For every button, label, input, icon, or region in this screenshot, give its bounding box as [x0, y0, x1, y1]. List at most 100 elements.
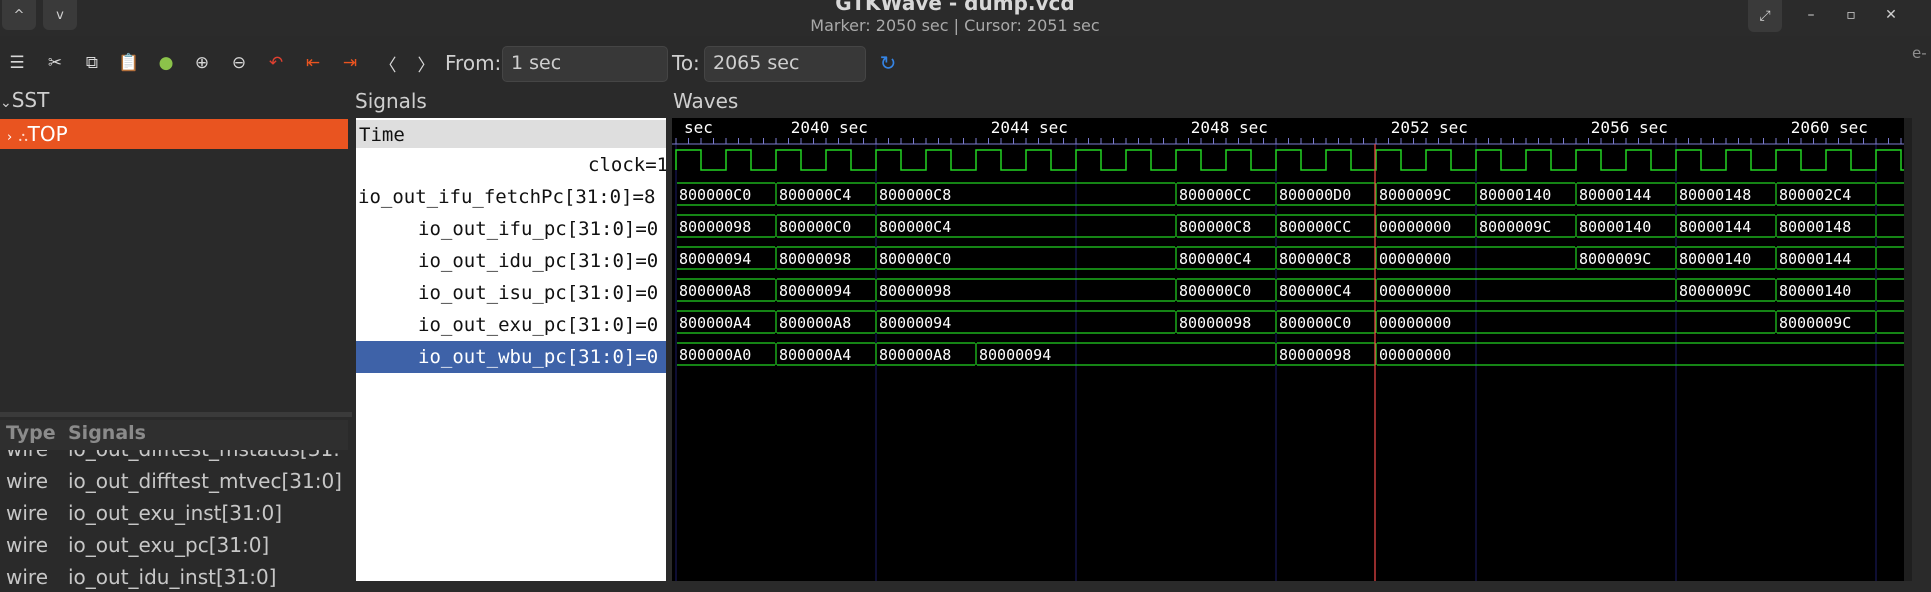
restore-icon[interactable]: ▫ [1834, 2, 1868, 28]
next-edge-icon[interactable]: 〉 [414, 50, 438, 76]
signal-row[interactable]: clock=1 [356, 149, 666, 181]
bus-value: 8000009C [1379, 186, 1451, 204]
bus-value: 800000A8 [879, 346, 951, 364]
signal-row[interactable]: io_out_ifu_fetchPc[31:0]=8 [356, 181, 666, 213]
bus-value: 8000009C [1679, 282, 1751, 300]
bus-value: 800000D0 [1279, 186, 1351, 204]
bus-value: 800000C4 [1179, 250, 1251, 268]
bus-value: 00000000 [1379, 282, 1451, 300]
to-input[interactable]: 2065 sec [704, 46, 866, 82]
bus-value: 80000094 [879, 314, 951, 332]
tree-item-label: TOP [27, 122, 68, 146]
bus-value: 80000140 [1779, 282, 1851, 300]
chevron-down-icon: ⌄ [0, 95, 12, 111]
bus-value: 8000009C [1779, 314, 1851, 332]
from-label: From: [445, 51, 502, 75]
signals-column-header[interactable]: Signals [68, 422, 146, 444]
bus-value: 80000094 [679, 250, 751, 268]
sst-section[interactable]: ⌄SST [0, 88, 49, 112]
signal-name: io_out_idu_inst[31:0] [68, 565, 277, 589]
bus-value: 80000144 [1579, 186, 1651, 204]
pane-divider[interactable] [0, 412, 352, 417]
undo-zoom-icon[interactable]: ↶ [264, 50, 288, 76]
toolbar [0, 40, 1931, 86]
bus-value: 80000094 [779, 282, 851, 300]
bus-value: 80000148 [1679, 186, 1751, 204]
bus-value: 800000C0 [679, 186, 751, 204]
tree-item-top[interactable]: › ⛬TOP [0, 119, 348, 149]
ruler-label: 2052 sec [1391, 118, 1468, 137]
from-input[interactable]: 1 sec [502, 46, 668, 82]
waves-panel[interactable]: sec 2040 sec 2044 sec 2048 sec 2052 sec 2056 … [672, 118, 1904, 581]
bus-value: 80000098 [779, 250, 851, 268]
sst-title: SST [11, 88, 50, 112]
bus-value: 800000C8 [1279, 250, 1351, 268]
close-icon[interactable]: ✕ [1874, 2, 1908, 28]
type-column-header[interactable]: Type [6, 422, 56, 444]
signal-type: wire [6, 533, 49, 557]
vertical-scrollbar[interactable] [1904, 118, 1912, 581]
bus-value: 00000000 [1379, 314, 1451, 332]
bus-value: 80000140 [1579, 218, 1651, 236]
paste-icon[interactable]: 📋 [117, 50, 141, 76]
bus-value: 8000009C [1479, 218, 1551, 236]
bus-value: 800000C0 [1279, 314, 1351, 332]
waves-panel-title: Waves [673, 89, 739, 113]
window-title: GTKWave - dump.vcd [835, 0, 1075, 15]
ruler-label: sec [684, 118, 713, 137]
signal-type: wire [6, 469, 49, 493]
bus-value: 80000140 [1479, 186, 1551, 204]
bus-value: 80000144 [1779, 250, 1851, 268]
signal-row[interactable]: io_out_ifu_pc[31:0]=0 [356, 213, 666, 245]
bus-value: 80000144 [1679, 218, 1751, 236]
waveform-canvas[interactable]: sec 2040 sec 2044 sec 2048 sec 2052 sec 2056 … [672, 118, 1904, 581]
bus-value: 800000CC [1279, 218, 1351, 236]
select-all-icon[interactable]: ● [154, 50, 178, 76]
ruler-label: 2060 sec [1791, 118, 1868, 137]
menu-icon[interactable]: ☰ [5, 50, 29, 76]
previous-edge-icon[interactable]: 〈 [376, 50, 400, 76]
zoom-in-icon[interactable]: ⊕ [190, 50, 214, 76]
copy-icon[interactable]: ⧉ [80, 50, 104, 76]
reload-icon[interactable]: ↻ [876, 50, 900, 76]
signal-type: wire [6, 501, 49, 525]
bus-value: 80000098 [1279, 346, 1351, 364]
bus-value: 800000C8 [1179, 218, 1251, 236]
bus-value: 00000000 [1379, 250, 1451, 268]
signal-list-header: Type Signals [0, 420, 348, 450]
signal-name: io_out_difftest_mtvec[31:0] [68, 469, 342, 493]
window-subtitle: Marker: 2050 sec | Cursor: 2051 sec [810, 16, 1100, 35]
minimize-icon[interactable]: – [1794, 2, 1828, 28]
bus-value: 800000A0 [679, 346, 751, 364]
signal-type: wire [6, 565, 49, 589]
signal-row[interactable]: io_out_isu_pc[31:0]=0 [356, 277, 666, 309]
signal-name: io_out_exu_inst[31:0] [68, 501, 283, 525]
bus-value: 800000CC [1179, 186, 1251, 204]
bus-value: 800000C4 [879, 218, 951, 236]
signals-panel-title: Signals [355, 89, 427, 113]
signal-row[interactable]: io_out_idu_pc[31:0]=0 [356, 245, 666, 277]
signal-row[interactable]: io_out_wbu_pc[31:0]=0 [356, 341, 666, 373]
ruler-label: 2040 sec [791, 118, 868, 137]
to-label: To: [672, 51, 700, 75]
zoom-to-end-icon[interactable]: ⇥ [338, 50, 362, 76]
bus-value: 800000A8 [679, 282, 751, 300]
bus-value: 80000140 [1679, 250, 1751, 268]
bus-value: 800002C4 [1779, 186, 1851, 204]
bus-value: 800000C0 [779, 218, 851, 236]
signal-row[interactable]: io_out_exu_pc[31:0]=0 [356, 309, 666, 341]
cut-icon[interactable]: ✂ [43, 50, 67, 76]
zoom-to-start-icon[interactable]: ⇤ [301, 50, 325, 76]
bus-value: 00000000 [1379, 218, 1451, 236]
bus-value: 80000098 [879, 282, 951, 300]
bus-value: 00000000 [1379, 346, 1451, 364]
window-edge-text: e- [1912, 44, 1927, 62]
fullscreen-icon[interactable]: ⤢ [1748, 0, 1782, 32]
clock-waveform [675, 149, 1904, 171]
zoom-out-icon[interactable]: ⊖ [227, 50, 251, 76]
bus-value: 800000A4 [679, 314, 751, 332]
ruler-label: 2056 sec [1591, 118, 1668, 137]
chevron-right-icon: › [7, 130, 13, 145]
bus-value: 80000094 [979, 346, 1051, 364]
ruler-label: 2044 sec [991, 118, 1068, 137]
